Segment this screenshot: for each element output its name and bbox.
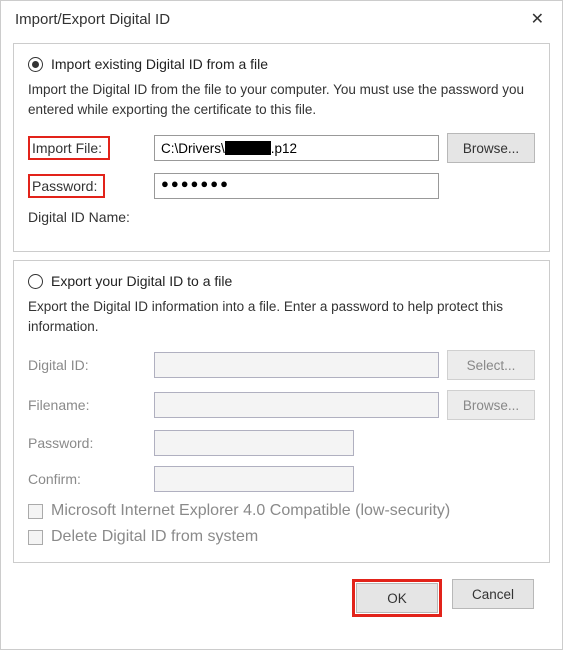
digital-id-name-row: Digital ID Name: xyxy=(28,209,535,225)
ok-highlight: OK xyxy=(352,579,442,617)
export-radio-row[interactable]: Export your Digital ID to a file xyxy=(28,273,535,289)
export-digitalid-row: Digital ID: Select... xyxy=(28,350,535,380)
delete-checkbox-label: Delete Digital ID from system xyxy=(51,528,258,546)
ie4-checkbox-row: Microsoft Internet Explorer 4.0 Compatib… xyxy=(28,502,535,520)
import-radio[interactable] xyxy=(28,57,43,72)
export-section: Export your Digital ID to a file Export … xyxy=(13,260,550,563)
import-file-row: Import File: C:\Drivers\ .p12 Browse... xyxy=(28,133,535,163)
export-digitalid-label: Digital ID: xyxy=(28,357,146,373)
ok-button[interactable]: OK xyxy=(356,583,438,613)
import-file-value-suffix: .p12 xyxy=(271,141,297,156)
ie4-checkbox xyxy=(28,504,43,519)
import-radio-row[interactable]: Import existing Digital ID from a file xyxy=(28,56,535,72)
export-digitalid-input xyxy=(154,352,439,378)
cancel-button[interactable]: Cancel xyxy=(452,579,534,609)
import-file-input-cell: C:\Drivers\ .p12 xyxy=(154,135,439,161)
import-radio-label: Import existing Digital ID from a file xyxy=(51,56,268,72)
dialog-title: Import/Export Digital ID xyxy=(15,11,170,28)
export-filename-row: Filename: Browse... xyxy=(28,390,535,420)
close-icon[interactable]: ✕ xyxy=(527,9,548,29)
ie4-checkbox-label: Microsoft Internet Explorer 4.0 Compatib… xyxy=(51,502,450,520)
import-file-label: Import File: xyxy=(28,136,110,160)
export-password-label: Password: xyxy=(28,435,146,451)
export-radio[interactable] xyxy=(28,274,43,289)
export-radio-label: Export your Digital ID to a file xyxy=(51,273,232,289)
import-password-row: Password: ●●●●●●● xyxy=(28,173,535,199)
export-confirm-row: Confirm: xyxy=(28,466,535,492)
export-filename-label: Filename: xyxy=(28,397,146,413)
delete-checkbox xyxy=(28,530,43,545)
import-password-label-cell: Password: xyxy=(28,174,146,198)
export-password-input xyxy=(154,430,354,456)
import-password-input[interactable]: ●●●●●●● xyxy=(154,173,439,199)
export-password-row: Password: xyxy=(28,430,535,456)
export-confirm-input xyxy=(154,466,354,492)
redacted-filename xyxy=(225,141,271,155)
import-file-label-cell: Import File: xyxy=(28,136,146,160)
browse-export-button: Browse... xyxy=(447,390,535,420)
import-file-input[interactable]: C:\Drivers\ .p12 xyxy=(154,135,439,161)
select-button: Select... xyxy=(447,350,535,380)
import-password-input-cell: ●●●●●●● xyxy=(154,173,439,199)
dialog-content: Import existing Digital ID from a file I… xyxy=(1,35,562,643)
dialog-footer: OK Cancel xyxy=(13,571,550,631)
import-password-label: Password: xyxy=(28,174,105,198)
browse-import-button[interactable]: Browse... xyxy=(447,133,535,163)
import-section: Import existing Digital ID from a file I… xyxy=(13,43,550,252)
dialog-window: Import/Export Digital ID ✕ Import existi… xyxy=(0,0,563,650)
export-confirm-label: Confirm: xyxy=(28,471,146,487)
titlebar: Import/Export Digital ID ✕ xyxy=(1,1,562,35)
export-filename-input xyxy=(154,392,439,418)
import-description: Import the Digital ID from the file to y… xyxy=(28,80,535,119)
digital-id-name-label: Digital ID Name: xyxy=(28,209,146,225)
export-description: Export the Digital ID information into a… xyxy=(28,297,535,336)
import-file-value-prefix: C:\Drivers\ xyxy=(161,141,225,156)
delete-checkbox-row: Delete Digital ID from system xyxy=(28,528,535,546)
